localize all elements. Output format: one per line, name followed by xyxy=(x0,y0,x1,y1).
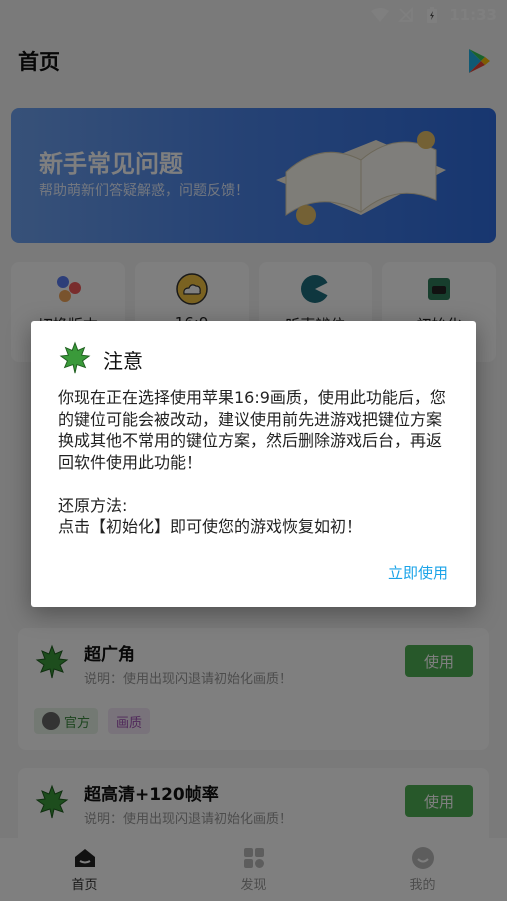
notice-dialog: 注意 你现在正在选择使用苹果16:9画质，使用此功能后，您的键位可能会被改动，建… xyxy=(31,321,476,607)
dialog-body: 你现在正在选择使用苹果16:9画质，使用此功能后，您的键位可能会被改动，建议使用… xyxy=(58,388,446,536)
dialog-title: 注意 xyxy=(103,349,143,373)
confirm-use-button[interactable]: 立即使用 xyxy=(388,562,448,583)
maple-leaf-icon xyxy=(59,341,91,374)
